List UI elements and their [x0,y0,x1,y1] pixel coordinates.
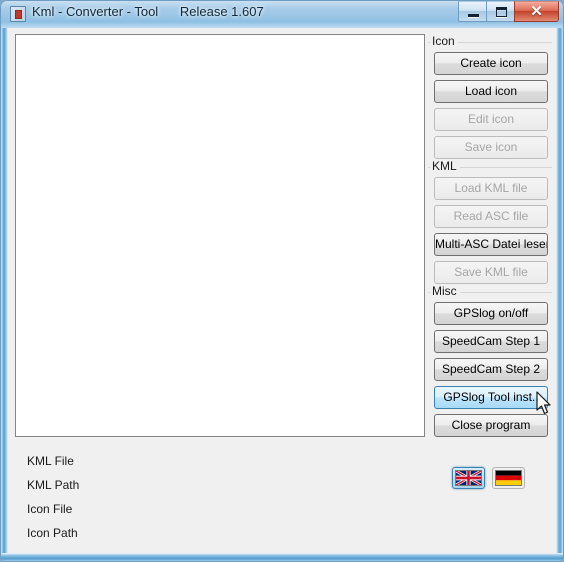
maximize-button[interactable] [486,1,515,22]
status-icon-file-label: Icon File [27,502,73,516]
flag-uk-icon [455,470,482,486]
flag-uk-button[interactable] [452,467,485,489]
flag-de-icon [495,470,522,486]
group-misc-label: Misc [430,284,460,299]
preview-canvas[interactable] [15,34,425,437]
window-border-right [556,28,564,562]
maximize-icon [496,7,507,17]
group-icon-label: Icon [430,34,458,49]
group-kml-label: KML [430,159,460,174]
multi-asc-datei-lesen-button[interactable]: Multi-ASC Datei lesen [434,233,548,256]
close-icon: ✕ [530,3,543,20]
flag-de-button[interactable] [492,467,525,489]
window-border-left [0,28,8,562]
save-kml-file-button: Save KML file [434,261,548,284]
speedcam-step-2-button[interactable]: SpeedCam Step 2 [434,358,548,381]
window-controls: ✕ [458,1,559,22]
gpslog-on-off-button[interactable]: GPSlog on/off [434,302,548,325]
group-icon: Icon Create icon Load icon Edit icon Sav… [428,34,552,162]
status-icon-path-label: Icon Path [27,526,78,540]
close-button[interactable]: ✕ [514,1,559,22]
status-kml-file-label: KML File [27,454,74,468]
kml-app-icon [10,6,26,22]
save-icon-button: Save icon [434,136,548,159]
close-program-button[interactable]: Close program [434,414,548,437]
application-window: Kml - Converter - Tool Release 1.607 ✕ I… [0,0,564,562]
create-icon-button[interactable]: Create icon [434,52,548,75]
window-border-bottom [0,553,564,562]
read-asc-file-button: Read ASC file [434,205,548,228]
screen: Kml - Converter - Tool Release 1.607 ✕ I… [0,0,564,562]
client-area: Icon Create icon Load icon Edit icon Sav… [8,28,556,553]
window-title: Kml - Converter - Tool Release 1.607 [32,4,264,19]
title-bar[interactable]: Kml - Converter - Tool Release 1.607 ✕ [0,0,564,28]
load-kml-file-button: Load KML file [434,177,548,200]
group-misc: Misc GPSlog on/off SpeedCam Step 1 Speed… [428,284,552,439]
minimize-icon [468,14,479,17]
load-icon-button[interactable]: Load icon [434,80,548,103]
status-kml-path-label: KML Path [27,478,80,492]
edit-icon-button: Edit icon [434,108,548,131]
speedcam-step-1-button[interactable]: SpeedCam Step 1 [434,330,548,353]
gpslog-tool-install-button[interactable]: GPSlog Tool inst.. [434,386,548,409]
minimize-button[interactable] [458,1,487,22]
group-kml: KML Load KML file Read ASC file Multi-AS… [428,159,552,287]
